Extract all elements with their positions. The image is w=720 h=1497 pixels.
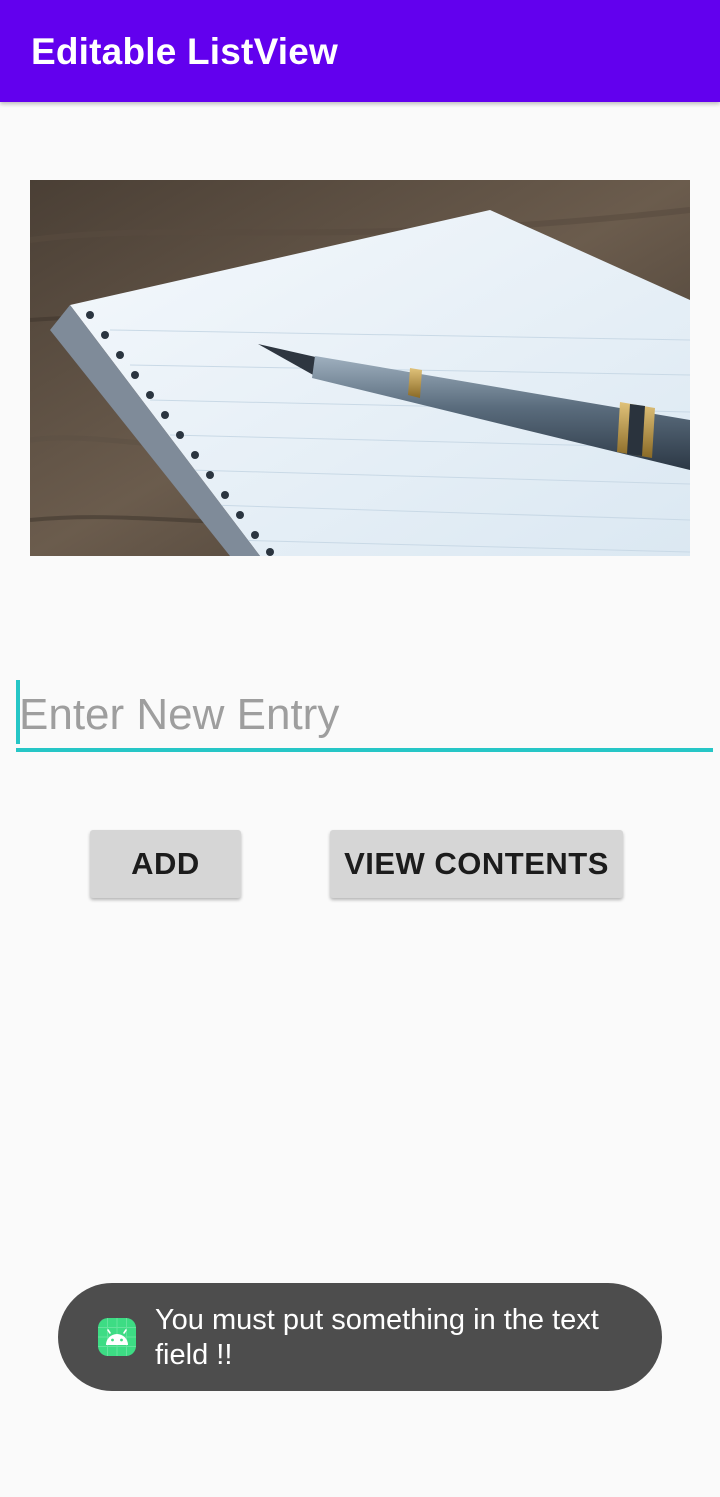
notebook-pen-image bbox=[30, 180, 690, 556]
app-title: Editable ListView bbox=[31, 31, 339, 72]
text-caret bbox=[16, 680, 20, 744]
add-button[interactable]: ADD bbox=[90, 830, 241, 898]
android-app-icon bbox=[98, 1318, 136, 1356]
toast-message: You must put something in the text field… bbox=[58, 1283, 662, 1391]
new-entry-field[interactable] bbox=[16, 680, 713, 752]
view-contents-button[interactable]: VIEW CONTENTS bbox=[330, 830, 623, 898]
new-entry-input[interactable] bbox=[16, 680, 713, 749]
input-underline bbox=[16, 748, 713, 752]
app-bar: Editable ListView bbox=[0, 0, 720, 102]
toast-text: You must put something in the text field… bbox=[155, 1304, 599, 1371]
